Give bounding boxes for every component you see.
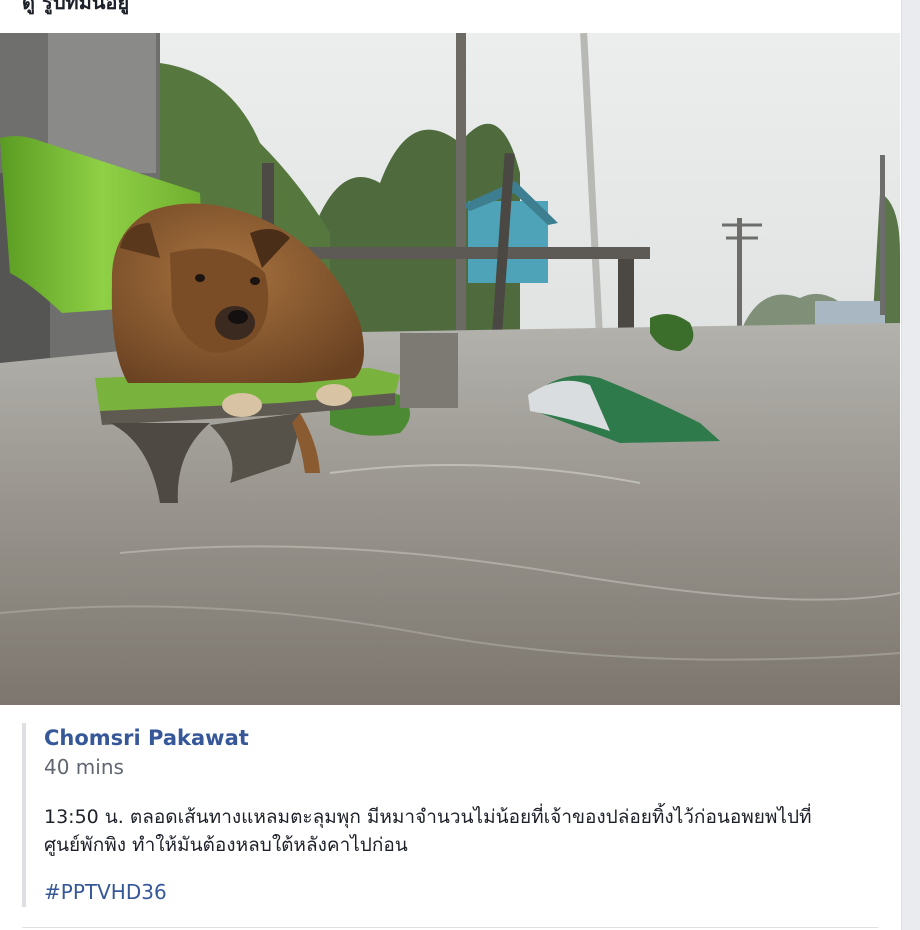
post-timestamp[interactable]: 40 mins xyxy=(44,755,124,779)
divider xyxy=(22,927,878,928)
dog-nose xyxy=(228,310,248,324)
power-pole xyxy=(880,155,885,315)
post-text: 13:50 น. ตลอดเส้นทางแหลมตะลุมพุก มีหมาจำ… xyxy=(44,803,884,859)
author-name-link[interactable]: Chomsri Pakawat xyxy=(44,726,249,750)
hashtag-link[interactable]: #PPTVHD36 xyxy=(44,880,167,904)
flood-dog-photo[interactable] xyxy=(0,33,900,705)
header-title: ดู รูปที่มีนี่อยู่ xyxy=(22,0,130,14)
power-pole xyxy=(737,218,742,328)
dog-paw xyxy=(316,384,352,406)
post-text-line: 13:50 น. ตลอดเส้นทางแหลมตะลุมพุก มีหมาจำ… xyxy=(44,806,812,828)
page-right-edge xyxy=(901,0,920,930)
dog-paw xyxy=(222,393,262,417)
pole xyxy=(456,33,466,333)
dog-eye xyxy=(195,274,205,282)
railing xyxy=(300,247,650,259)
post-text-line: ศูนย์พักพิง ทำให้มันต้องหลบใต้หลังคาไปก่… xyxy=(44,834,408,856)
stone-block xyxy=(400,333,458,408)
header-bar: ดู รูปที่มีนี่อยู่ xyxy=(0,0,900,34)
post-caption: Chomsri Pakawat 40 mins 13:50 น. ตลอดเส้… xyxy=(22,723,886,907)
dog-eye xyxy=(250,277,260,285)
